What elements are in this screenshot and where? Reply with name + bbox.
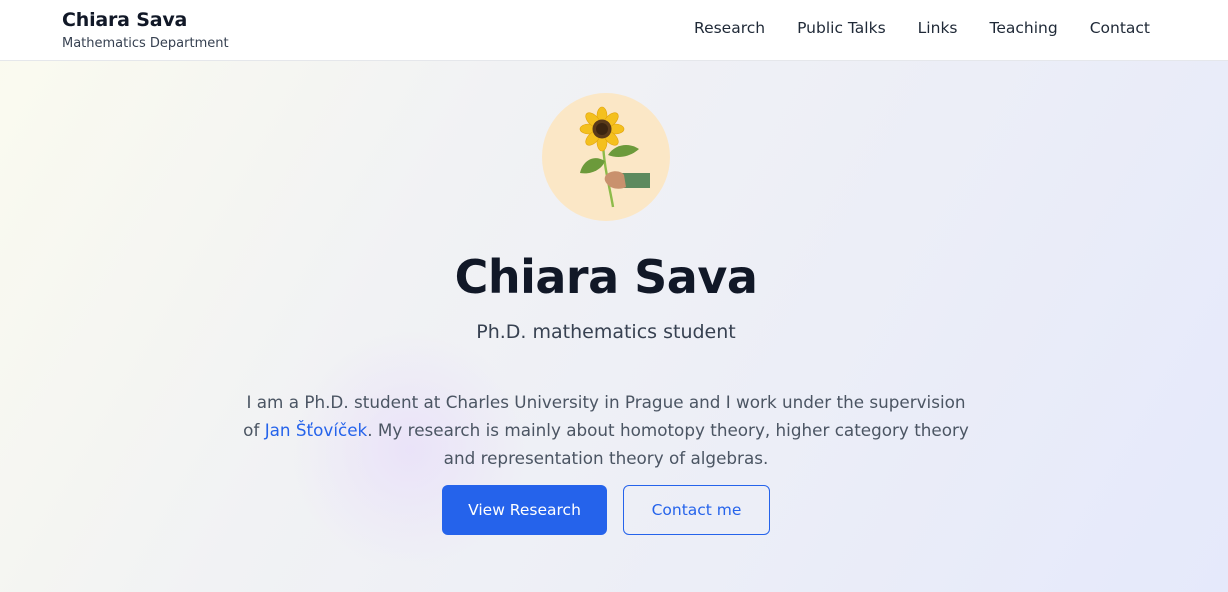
site-title[interactable]: Chiara Sava bbox=[62, 9, 187, 31]
site-header: Chiara Sava Mathematics Department Resea… bbox=[0, 0, 1228, 61]
nav-link-contact[interactable]: Contact bbox=[1090, 19, 1150, 37]
bio-text-end: . My research is mainly about homotopy t… bbox=[367, 419, 969, 468]
view-research-button[interactable]: View Research bbox=[442, 485, 607, 535]
nav-link-teaching[interactable]: Teaching bbox=[990, 19, 1058, 37]
site-subtitle: Mathematics Department bbox=[62, 36, 229, 51]
hero-name: Chiara Sava bbox=[454, 250, 758, 304]
avatar bbox=[542, 93, 670, 221]
contact-me-button[interactable]: Contact me bbox=[623, 485, 770, 535]
nav-link-links[interactable]: Links bbox=[918, 19, 958, 37]
supervisor-link[interactable]: Jan Šťovíček bbox=[265, 420, 368, 440]
nav-link-research[interactable]: Research bbox=[694, 19, 765, 37]
main-nav: Research Public Talks Links Teaching Con… bbox=[694, 19, 1150, 37]
hero-subtitle: Ph.D. mathematics student bbox=[476, 321, 736, 343]
hero-bio: I am a Ph.D. student at Charles Universi… bbox=[240, 388, 972, 472]
nav-link-public-talks[interactable]: Public Talks bbox=[797, 19, 886, 37]
sunflower-in-hand-icon bbox=[579, 106, 650, 208]
